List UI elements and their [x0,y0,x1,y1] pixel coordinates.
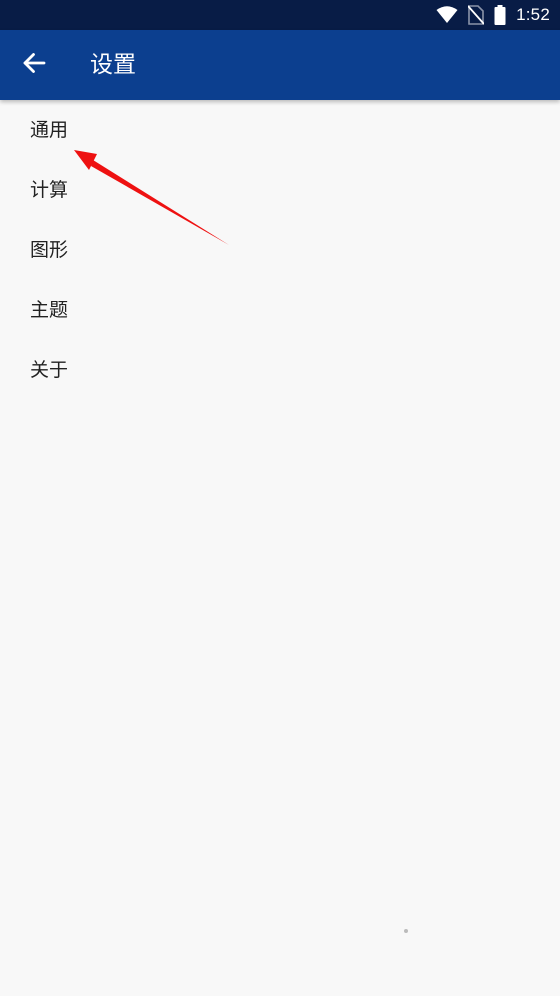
status-icons: 1:52 [436,0,550,30]
settings-list: 通用 计算 图形 主题 关于 [0,100,560,400]
settings-item-about[interactable]: 关于 [0,340,560,400]
wifi-icon [436,6,458,24]
status-bar: 1:52 [0,0,560,30]
no-sim-icon [468,5,485,25]
touch-indicator-dot [404,929,408,933]
settings-item-label: 图形 [30,239,69,261]
settings-item-label: 关于 [30,359,69,381]
settings-item-theme[interactable]: 主题 [0,280,560,340]
settings-screen: 1:52 设置 通用 计算 图形 主题 关于 [0,0,560,996]
settings-item-label: 计算 [30,179,69,201]
settings-item-general[interactable]: 通用 [0,100,560,160]
page-title: 设置 [90,52,136,78]
settings-item-calculation[interactable]: 计算 [0,160,560,220]
settings-item-label: 主题 [30,299,69,321]
battery-icon [494,5,506,25]
arrow-left-icon [22,52,46,78]
settings-item-graphics[interactable]: 图形 [0,220,560,280]
app-bar: 设置 [0,30,560,100]
back-button[interactable] [14,47,54,83]
status-time: 1:52 [516,5,550,24]
settings-item-label: 通用 [30,119,69,141]
